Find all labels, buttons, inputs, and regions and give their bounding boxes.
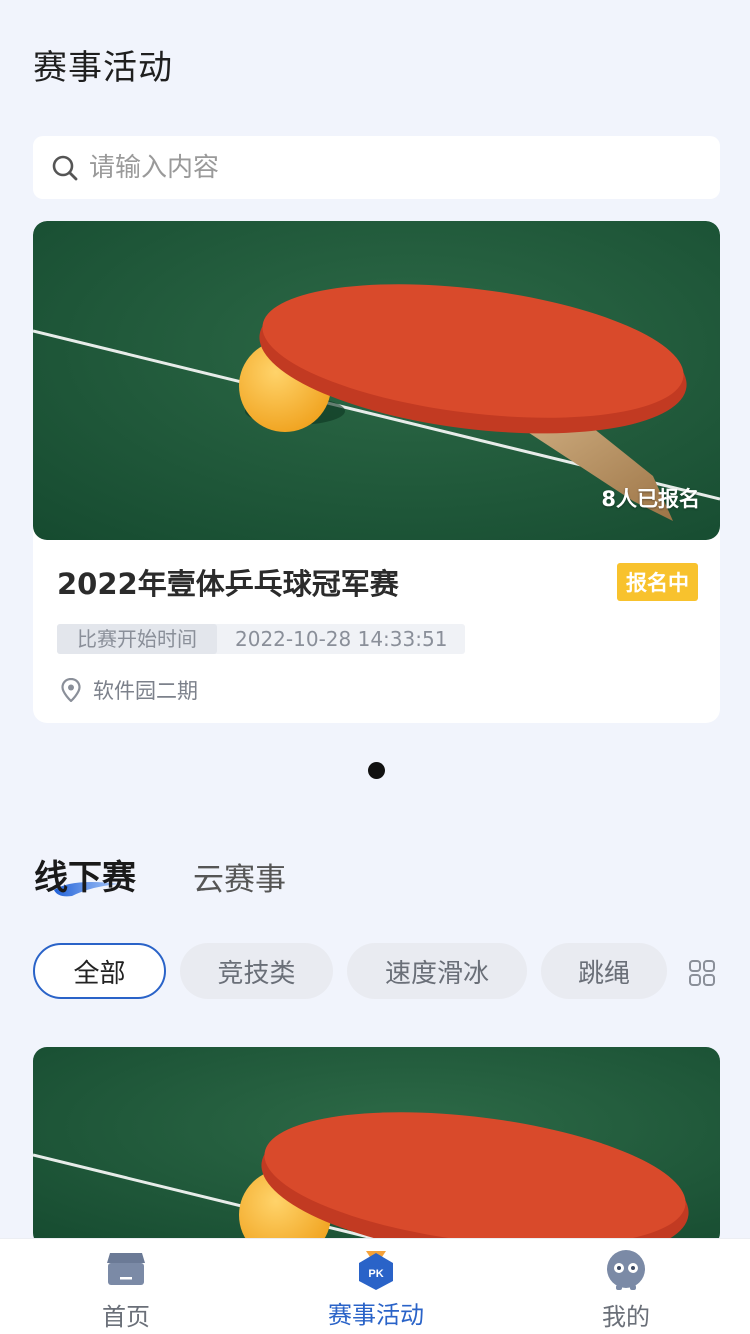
page-title: 赛事活动 (33, 48, 173, 88)
home-icon (107, 1253, 145, 1285)
start-time-label: 比赛开始时间 (57, 624, 217, 654)
filter-all[interactable]: 全部 (33, 943, 166, 999)
search-bar[interactable] (33, 136, 720, 199)
tab-offline[interactable]: 线下赛 (34, 850, 136, 899)
location-row: 软件园二期 (61, 675, 198, 705)
search-input[interactable] (89, 152, 689, 183)
location-text: 软件园二期 (93, 679, 198, 703)
status-badge: 报名中 (617, 563, 698, 601)
pk-icon: PK (359, 1251, 393, 1290)
event-list-card[interactable] (33, 1047, 720, 1247)
bottom-navigation: 首页 PK 赛事活动 我的 (0, 1238, 750, 1334)
featured-event-card[interactable]: 8人已报名 2022年壹体乒乓球冠军赛 报名中 比赛开始时间 2022-10-2… (33, 221, 720, 723)
nav-profile[interactable]: 我的 (546, 1239, 706, 1334)
nav-profile-label: 我的 (602, 1303, 650, 1331)
location-pin-icon (61, 678, 81, 702)
search-icon (52, 155, 78, 180)
nav-events[interactable]: PK 赛事活动 (296, 1239, 456, 1334)
grid-icon[interactable] (688, 959, 716, 987)
filter-chips: 全部 竞技类 速度滑冰 跳绳 (33, 942, 681, 1000)
event-list-image (33, 1047, 720, 1247)
signup-count: 8人已报名 (601, 487, 700, 511)
start-time-value: 2022-10-28 14:33:51 (235, 627, 448, 651)
carousel-indicator[interactable] (368, 762, 385, 779)
nav-home[interactable]: 首页 (46, 1239, 206, 1334)
event-title: 2022年壹体乒乓球冠军赛 (57, 567, 399, 601)
start-time-row: 比赛开始时间 2022-10-28 14:33:51 (57, 624, 466, 654)
filter-competitive[interactable]: 竞技类 (180, 943, 333, 999)
tab-cloud[interactable]: 云赛事 (193, 854, 286, 899)
filter-jump-rope[interactable]: 跳绳 (541, 943, 667, 999)
svg-text:PK: PK (368, 1268, 383, 1280)
filter-speed-skating[interactable]: 速度滑冰 (347, 943, 527, 999)
profile-icon (607, 1250, 645, 1290)
nav-home-label: 首页 (102, 1303, 150, 1331)
nav-events-label: 赛事活动 (328, 1301, 424, 1329)
